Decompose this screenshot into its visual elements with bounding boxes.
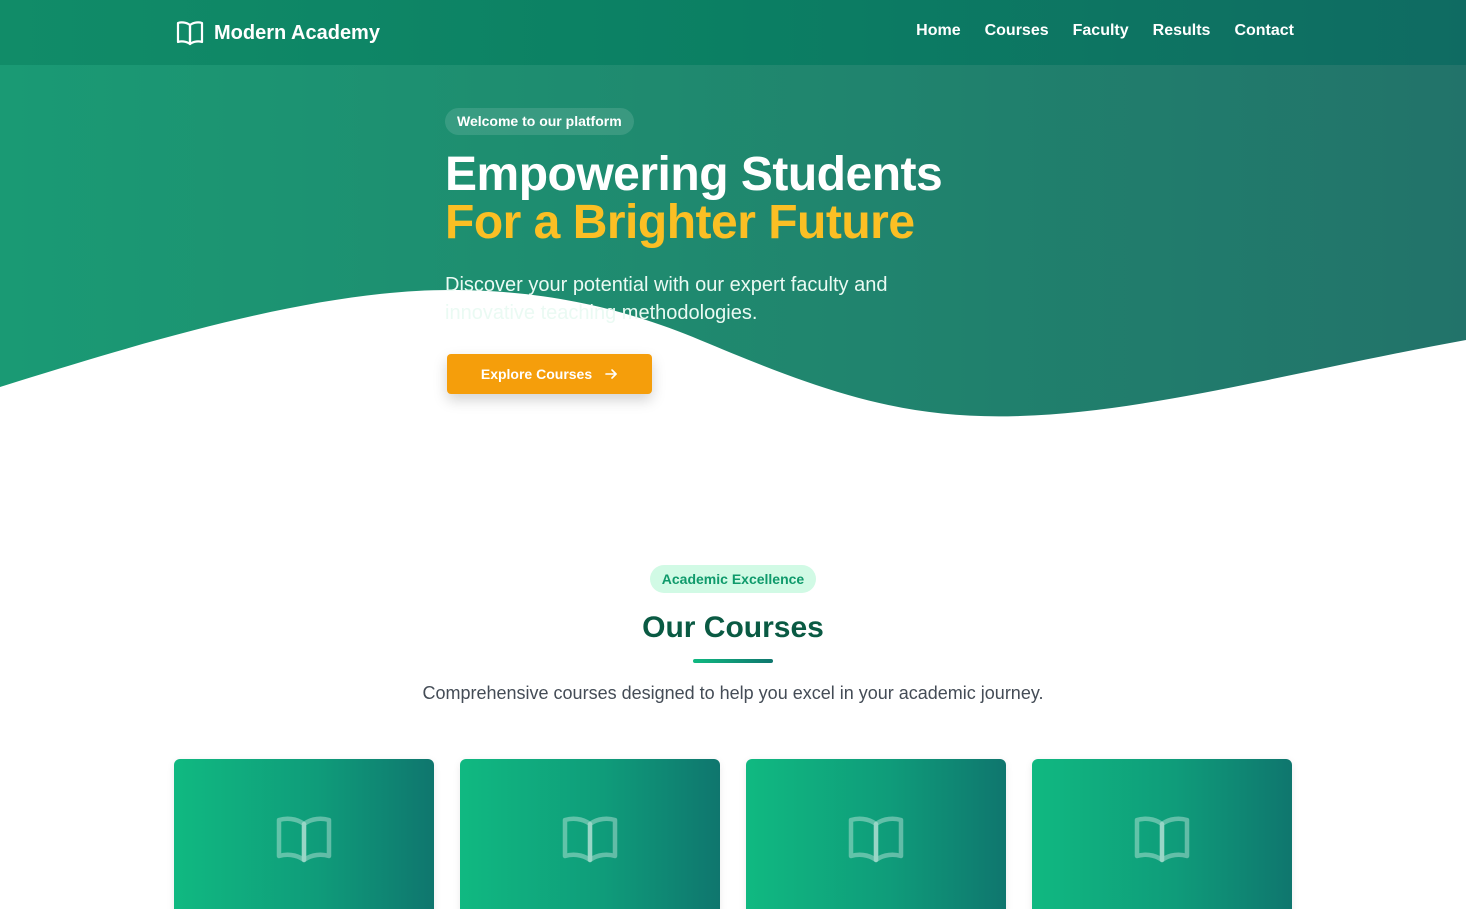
- brand-name: Modern Academy: [214, 21, 380, 44]
- book-open-icon: [276, 816, 332, 863]
- explore-courses-label: Explore Courses: [480, 366, 593, 382]
- course-card[interactable]: [746, 759, 1006, 909]
- course-card[interactable]: [1032, 759, 1292, 909]
- hero-title-line2: For a Brighter Future: [445, 196, 915, 249]
- navbar: Modern Academy Home Courses Faculty Resu…: [0, 0, 1466, 65]
- course-card[interactable]: [460, 759, 720, 909]
- nav-links: Home Courses Faculty Results Contact: [916, 22, 1294, 40]
- section-divider: [693, 659, 773, 663]
- explore-courses-button[interactable]: Explore Courses: [447, 354, 652, 394]
- arrow-right-icon: [605, 369, 617, 379]
- nav-link-contact[interactable]: Contact: [1234, 22, 1294, 40]
- nav-link-results[interactable]: Results: [1153, 22, 1211, 40]
- nav-link-faculty[interactable]: Faculty: [1073, 22, 1129, 40]
- book-open-icon: [562, 816, 618, 863]
- section-subtitle: Comprehensive courses designed to help y…: [422, 683, 1044, 703]
- nav-link-courses[interactable]: Courses: [985, 22, 1049, 40]
- book-open-icon: [1134, 816, 1190, 863]
- nav-link-home[interactable]: Home: [916, 22, 960, 40]
- section-title: Our Courses: [642, 611, 824, 644]
- hero-title-line1: Empowering Students: [445, 148, 943, 201]
- brand-logo[interactable]: Modern Academy: [176, 19, 380, 47]
- hero-content: Welcome to our platform Empowering Stude…: [445, 108, 1065, 394]
- book-open-icon: [176, 21, 204, 46]
- course-cards: [174, 759, 1292, 909]
- book-open-icon: [848, 816, 904, 863]
- course-card[interactable]: [174, 759, 434, 909]
- courses-section: Academic Excellence Our Courses Comprehe…: [0, 565, 1466, 704]
- hero-title: Empowering Students For a Brighter Futur…: [445, 151, 1065, 247]
- hero-subtitle: Discover your potential with our expert …: [445, 274, 888, 324]
- academic-badge: Academic Excellence: [649, 565, 817, 593]
- welcome-badge: Welcome to our platform: [445, 108, 634, 135]
